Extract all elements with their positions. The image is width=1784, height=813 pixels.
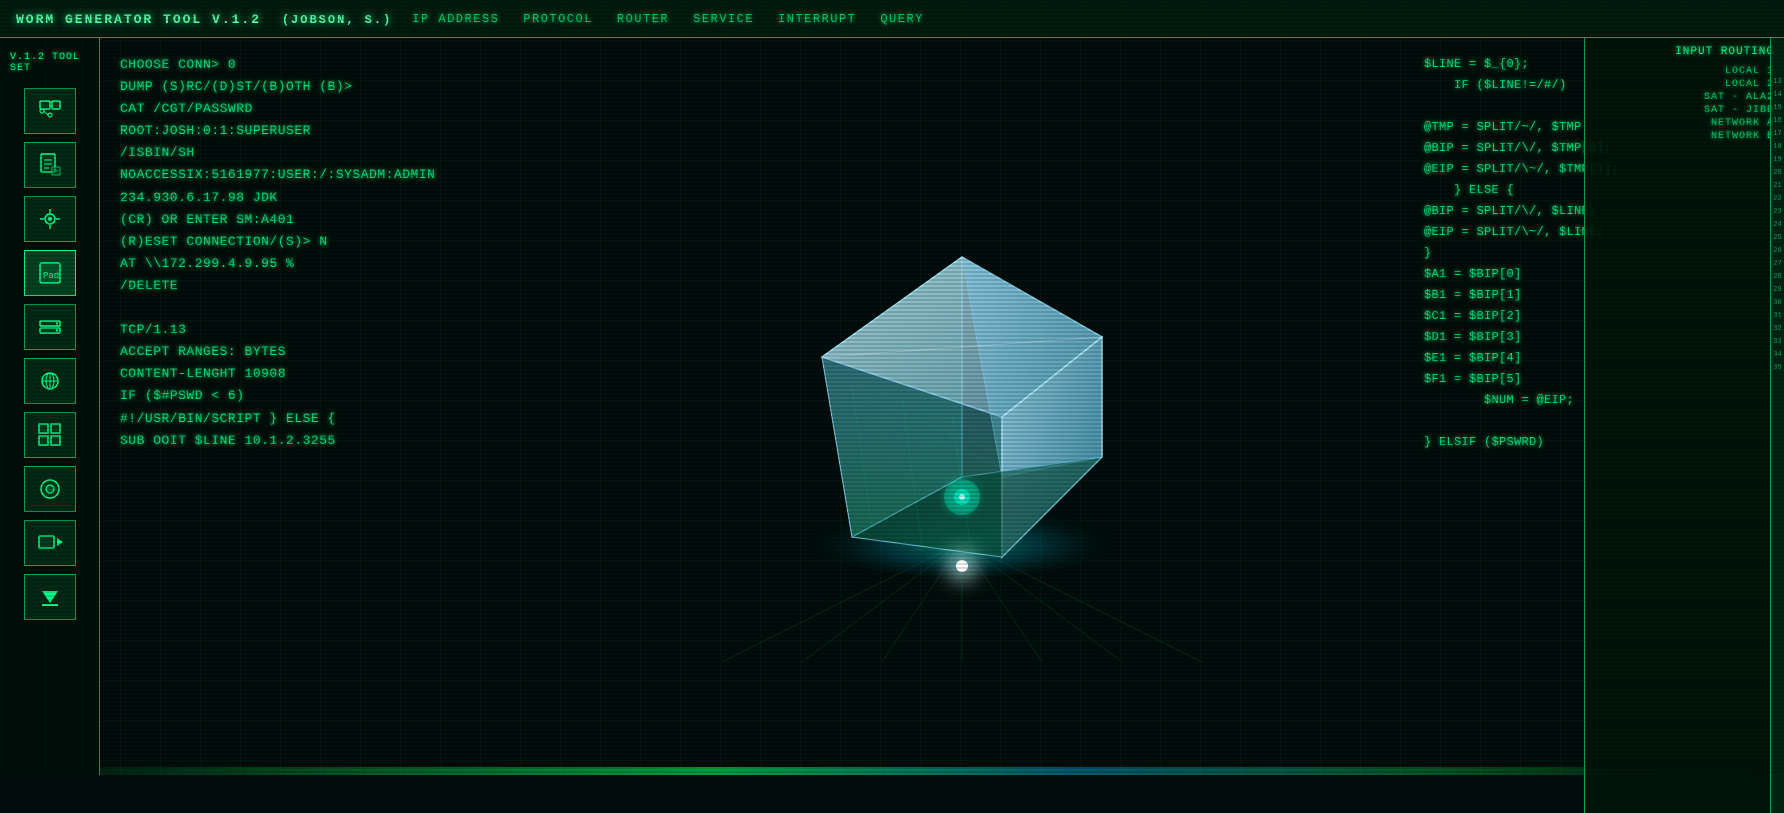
circle-icon (36, 475, 64, 503)
file-icon-btn[interactable] (24, 142, 76, 188)
nav-item-ip-address[interactable]: IP ADDRESS (412, 12, 499, 26)
routing-item[interactable]: LOCAL 2 (1725, 79, 1774, 90)
subtitle-text: (JOBSON, S.) (282, 13, 392, 27)
main-content: CHOOSE CONN> 0DUMP (S)RC/(D)ST/(B)OTH (B… (100, 38, 1784, 775)
content-area: V.1.2 TOOL SET (0, 38, 1784, 775)
code-line: SUB OOIT $LINE 10.1.2.3255 (120, 430, 500, 452)
left-sidebar: V.1.2 TOOL SET (0, 38, 100, 775)
scroll-number: 13 (1772, 76, 1783, 89)
scroll-number: 24 (1772, 219, 1783, 232)
nav-item-interrupt[interactable]: INTERRUPT (778, 12, 856, 26)
scroll-number: 14 (1772, 89, 1783, 102)
nav-item-router[interactable]: ROUTER (617, 12, 669, 26)
server-icon (36, 367, 64, 395)
main-container: WORM GENERATOR TOOL V.1.2 (JOBSON, S.) I… (0, 0, 1784, 775)
storage-icon (36, 313, 64, 341)
center-3d-display (520, 38, 1404, 775)
scroll-number: 16 (1772, 115, 1783, 128)
grid-icon (36, 421, 64, 449)
config-icon (36, 205, 64, 233)
routing-item[interactable]: SAT - ALA2 (1704, 92, 1774, 103)
code-line: #!/USR/BIN/SCRIPT } ELSE { (120, 408, 500, 430)
routing-item[interactable]: LOCAL 1 (1725, 66, 1774, 77)
down-arrow-btn[interactable] (24, 574, 76, 620)
scroll-number: 31 (1772, 310, 1783, 323)
scroll-number: 22 (1772, 193, 1783, 206)
code-line: ACCEPT RANGES: BYTES (120, 341, 500, 363)
scroll-number: 21 (1772, 180, 1783, 193)
file-icon (36, 151, 64, 179)
scroll-number: 29 (1772, 284, 1783, 297)
app-title: WORM GENERATOR TOOL V.1.2 (JOBSON, S.) (16, 9, 392, 29)
right-panel: INPUT ROUTING LOCAL 1 LOCAL 2 SAT - ALA2 SA… (1584, 38, 1784, 813)
server-icon-btn[interactable] (24, 358, 76, 404)
routing-item[interactable]: NETWORK B (1711, 131, 1774, 142)
code-line: /ISBIN/SH (120, 142, 500, 164)
nav-item-service[interactable]: SERVICE (693, 12, 754, 26)
code-line: CAT /CGT/PASSWRD (120, 98, 500, 120)
crystal-container (702, 132, 1222, 682)
code-line: ROOT:JOSH:0:1:SUPERUSER (120, 120, 500, 142)
scroll-number: 19 (1772, 154, 1783, 167)
scroll-number: 32 (1772, 323, 1783, 336)
grid-icon-btn[interactable] (24, 412, 76, 458)
scroll-number: 20 (1772, 167, 1783, 180)
nav-item-protocol[interactable]: PROTOCOL (523, 12, 593, 26)
scroll-number: 34 (1772, 349, 1783, 362)
code-line: CONTENT-LENGHT 10908 (120, 363, 500, 385)
input-routing-title: INPUT ROUTING (1585, 38, 1784, 62)
code-line (120, 297, 500, 319)
scroll-numbers: 1314151617181920212223242526272829303132… (1771, 38, 1784, 375)
scroll-number: 27 (1772, 258, 1783, 271)
media-icon (36, 529, 64, 557)
scroll-number: 18 (1772, 141, 1783, 154)
scroll-number: 17 (1772, 128, 1783, 141)
center-glow-dot (956, 560, 968, 572)
scroll-number: 35 (1772, 362, 1783, 375)
svg-text:Pad: Pad (43, 271, 59, 281)
code-line: (R)ESET CONNECTION/(S)> N (120, 231, 500, 253)
nav-menu: IP ADDRESS PROTOCOL ROUTER SERVICE INTERRUPT… (412, 12, 924, 26)
scroll-number: 15 (1772, 102, 1783, 115)
scroll-number: 28 (1772, 271, 1783, 284)
nav-item-query[interactable]: QUERY (880, 12, 924, 26)
title-text: WORM GENERATOR TOOL V.1.2 (16, 12, 261, 27)
sidebar-icons: Pad (0, 80, 99, 628)
code-line: IF ($#PSWD < 6) (120, 385, 500, 407)
left-code-text: CHOOSE CONN> 0DUMP (S)RC/(D)ST/(B)OTH (B… (120, 54, 500, 452)
right-scrollbar[interactable]: 1314151617181920212223242526272829303132… (1770, 38, 1784, 813)
left-code-panel: CHOOSE CONN> 0DUMP (S)RC/(D)ST/(B)OTH (B… (100, 38, 520, 775)
scroll-number: 23 (1772, 206, 1783, 219)
code-line: CHOOSE CONN> 0 (120, 54, 500, 76)
network-icon-btn[interactable] (24, 88, 76, 134)
circle-icon-btn[interactable] (24, 466, 76, 512)
code-line: 234.930.6.17.98 JDK (120, 187, 500, 209)
scroll-number: 33 (1772, 336, 1783, 349)
media-icon-btn[interactable] (24, 520, 76, 566)
sidebar-title: V.1.2 TOOL SET (0, 46, 99, 80)
routing-item[interactable]: SAT - JIBB (1704, 105, 1774, 116)
down-icon (36, 583, 64, 611)
code-line: TCP/1.13 (120, 319, 500, 341)
scroll-number: 30 (1772, 297, 1783, 310)
scroll-number: 25 (1772, 232, 1783, 245)
top-bar: WORM GENERATOR TOOL V.1.2 (JOBSON, S.) I… (0, 0, 1784, 38)
code-line: AT \\172.299.4.9.95 % (120, 253, 500, 275)
code-line: (CR) OR ENTER SM:A401 (120, 209, 500, 231)
scroll-number: 26 (1772, 245, 1783, 258)
config-icon-btn[interactable] (24, 196, 76, 242)
storage-icon-btn[interactable] (24, 304, 76, 350)
pad-icon-btn[interactable]: Pad (24, 250, 76, 296)
routing-items: LOCAL 1 LOCAL 2 SAT - ALA2 SAT - JIBB NETWOR… (1585, 62, 1784, 146)
routing-item[interactable]: NETWORK A (1711, 118, 1774, 129)
network-icon (36, 97, 64, 125)
code-line: DUMP (S)RC/(D)ST/(B)OTH (B)> (120, 76, 500, 98)
pad-icon: Pad (36, 259, 64, 287)
code-line: NOACCESSIX:5161977:USER:/:SYSADM:Admin (120, 164, 500, 186)
code-line: /DELETE (120, 275, 500, 297)
